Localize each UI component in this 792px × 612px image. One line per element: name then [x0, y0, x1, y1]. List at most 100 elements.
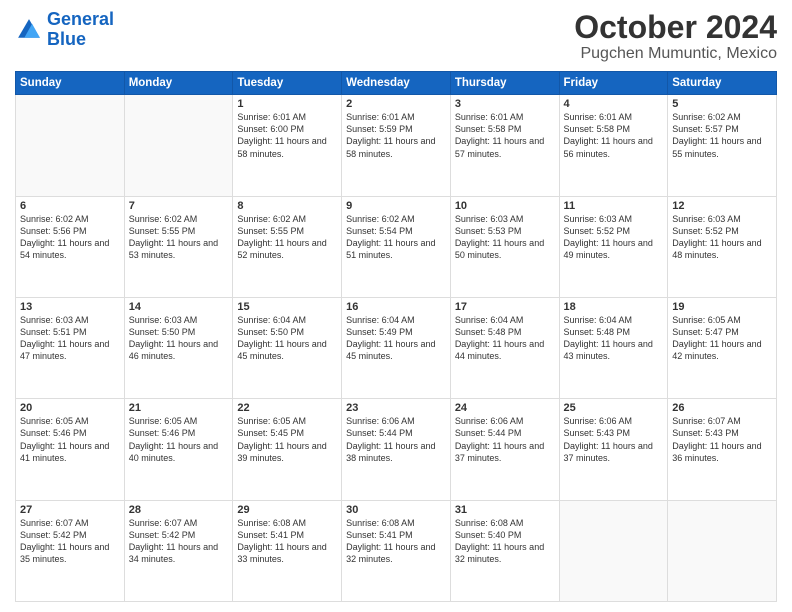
calendar-cell: 1Sunrise: 6:01 AMSunset: 6:00 PMDaylight… [233, 95, 342, 196]
calendar-cell: 9Sunrise: 6:02 AMSunset: 5:54 PMDaylight… [342, 196, 451, 297]
calendar-cell: 17Sunrise: 6:04 AMSunset: 5:48 PMDayligh… [450, 297, 559, 398]
day-info: Sunrise: 6:06 AMSunset: 5:43 PMDaylight:… [564, 415, 664, 464]
title-block: October 2024 Pugchen Mumuntic, Mexico [574, 10, 777, 63]
day-number: 31 [455, 504, 555, 516]
day-number: 18 [564, 301, 664, 313]
day-number: 27 [20, 504, 120, 516]
day-number: 9 [346, 200, 446, 212]
calendar-week-row: 13Sunrise: 6:03 AMSunset: 5:51 PMDayligh… [16, 297, 777, 398]
calendar-cell: 8Sunrise: 6:02 AMSunset: 5:55 PMDaylight… [233, 196, 342, 297]
day-number: 25 [564, 402, 664, 414]
day-number: 13 [20, 301, 120, 313]
day-number: 8 [237, 200, 337, 212]
calendar-cell: 21Sunrise: 6:05 AMSunset: 5:46 PMDayligh… [124, 399, 233, 500]
calendar-cell: 20Sunrise: 6:05 AMSunset: 5:46 PMDayligh… [16, 399, 125, 500]
day-info: Sunrise: 6:02 AMSunset: 5:56 PMDaylight:… [20, 213, 120, 262]
calendar-week-row: 6Sunrise: 6:02 AMSunset: 5:56 PMDaylight… [16, 196, 777, 297]
day-info: Sunrise: 6:06 AMSunset: 5:44 PMDaylight:… [455, 415, 555, 464]
day-info: Sunrise: 6:01 AMSunset: 5:59 PMDaylight:… [346, 111, 446, 160]
day-number: 1 [237, 98, 337, 110]
day-number: 4 [564, 98, 664, 110]
day-number: 7 [129, 200, 229, 212]
day-info: Sunrise: 6:03 AMSunset: 5:53 PMDaylight:… [455, 213, 555, 262]
calendar-cell: 4Sunrise: 6:01 AMSunset: 5:58 PMDaylight… [559, 95, 668, 196]
day-number: 26 [672, 402, 772, 414]
day-number: 24 [455, 402, 555, 414]
header: General Blue October 2024 Pugchen Mumunt… [15, 10, 777, 63]
calendar-cell [559, 500, 668, 601]
day-info: Sunrise: 6:07 AMSunset: 5:42 PMDaylight:… [129, 517, 229, 566]
calendar-cell: 23Sunrise: 6:06 AMSunset: 5:44 PMDayligh… [342, 399, 451, 500]
calendar-header: SundayMondayTuesdayWednesdayThursdayFrid… [16, 72, 777, 95]
calendar-cell: 7Sunrise: 6:02 AMSunset: 5:55 PMDaylight… [124, 196, 233, 297]
day-number: 2 [346, 98, 446, 110]
calendar-cell: 5Sunrise: 6:02 AMSunset: 5:57 PMDaylight… [668, 95, 777, 196]
day-number: 20 [20, 402, 120, 414]
calendar-cell [124, 95, 233, 196]
day-info: Sunrise: 6:04 AMSunset: 5:50 PMDaylight:… [237, 314, 337, 363]
calendar-cell: 11Sunrise: 6:03 AMSunset: 5:52 PMDayligh… [559, 196, 668, 297]
day-info: Sunrise: 6:01 AMSunset: 5:58 PMDaylight:… [564, 111, 664, 160]
day-info: Sunrise: 6:02 AMSunset: 5:54 PMDaylight:… [346, 213, 446, 262]
logo-general: General [47, 9, 114, 29]
logo-blue: Blue [47, 29, 86, 49]
calendar-cell: 30Sunrise: 6:08 AMSunset: 5:41 PMDayligh… [342, 500, 451, 601]
calendar-cell: 31Sunrise: 6:08 AMSunset: 5:40 PMDayligh… [450, 500, 559, 601]
calendar-body: 1Sunrise: 6:01 AMSunset: 6:00 PMDaylight… [16, 95, 777, 602]
day-number: 28 [129, 504, 229, 516]
day-number: 12 [672, 200, 772, 212]
calendar-week-row: 20Sunrise: 6:05 AMSunset: 5:46 PMDayligh… [16, 399, 777, 500]
day-number: 10 [455, 200, 555, 212]
day-number: 30 [346, 504, 446, 516]
day-number: 5 [672, 98, 772, 110]
calendar-cell: 26Sunrise: 6:07 AMSunset: 5:43 PMDayligh… [668, 399, 777, 500]
weekday-row: SundayMondayTuesdayWednesdayThursdayFrid… [16, 72, 777, 95]
logo: General Blue [15, 10, 114, 50]
day-number: 23 [346, 402, 446, 414]
calendar-table: SundayMondayTuesdayWednesdayThursdayFrid… [15, 71, 777, 602]
weekday-header: Monday [124, 72, 233, 95]
calendar-cell [668, 500, 777, 601]
calendar-cell: 6Sunrise: 6:02 AMSunset: 5:56 PMDaylight… [16, 196, 125, 297]
calendar-cell: 18Sunrise: 6:04 AMSunset: 5:48 PMDayligh… [559, 297, 668, 398]
calendar-cell: 22Sunrise: 6:05 AMSunset: 5:45 PMDayligh… [233, 399, 342, 500]
day-info: Sunrise: 6:07 AMSunset: 5:42 PMDaylight:… [20, 517, 120, 566]
day-info: Sunrise: 6:04 AMSunset: 5:48 PMDaylight:… [455, 314, 555, 363]
day-info: Sunrise: 6:05 AMSunset: 5:47 PMDaylight:… [672, 314, 772, 363]
calendar-cell: 29Sunrise: 6:08 AMSunset: 5:41 PMDayligh… [233, 500, 342, 601]
day-info: Sunrise: 6:07 AMSunset: 5:43 PMDaylight:… [672, 415, 772, 464]
month-title: October 2024 [574, 10, 777, 45]
calendar-cell: 3Sunrise: 6:01 AMSunset: 5:58 PMDaylight… [450, 95, 559, 196]
calendar-cell: 19Sunrise: 6:05 AMSunset: 5:47 PMDayligh… [668, 297, 777, 398]
calendar-cell: 15Sunrise: 6:04 AMSunset: 5:50 PMDayligh… [233, 297, 342, 398]
calendar-cell: 13Sunrise: 6:03 AMSunset: 5:51 PMDayligh… [16, 297, 125, 398]
day-info: Sunrise: 6:05 AMSunset: 5:46 PMDaylight:… [20, 415, 120, 464]
day-info: Sunrise: 6:04 AMSunset: 5:48 PMDaylight:… [564, 314, 664, 363]
calendar-cell: 27Sunrise: 6:07 AMSunset: 5:42 PMDayligh… [16, 500, 125, 601]
day-info: Sunrise: 6:05 AMSunset: 5:45 PMDaylight:… [237, 415, 337, 464]
day-info: Sunrise: 6:08 AMSunset: 5:41 PMDaylight:… [346, 517, 446, 566]
day-info: Sunrise: 6:01 AMSunset: 5:58 PMDaylight:… [455, 111, 555, 160]
calendar-cell: 10Sunrise: 6:03 AMSunset: 5:53 PMDayligh… [450, 196, 559, 297]
weekday-header: Wednesday [342, 72, 451, 95]
day-info: Sunrise: 6:01 AMSunset: 6:00 PMDaylight:… [237, 111, 337, 160]
day-number: 14 [129, 301, 229, 313]
day-info: Sunrise: 6:06 AMSunset: 5:44 PMDaylight:… [346, 415, 446, 464]
day-info: Sunrise: 6:08 AMSunset: 5:40 PMDaylight:… [455, 517, 555, 566]
calendar-week-row: 27Sunrise: 6:07 AMSunset: 5:42 PMDayligh… [16, 500, 777, 601]
location-title: Pugchen Mumuntic, Mexico [574, 45, 777, 63]
calendar-cell: 28Sunrise: 6:07 AMSunset: 5:42 PMDayligh… [124, 500, 233, 601]
day-info: Sunrise: 6:02 AMSunset: 5:57 PMDaylight:… [672, 111, 772, 160]
calendar-cell: 14Sunrise: 6:03 AMSunset: 5:50 PMDayligh… [124, 297, 233, 398]
day-number: 19 [672, 301, 772, 313]
page: General Blue October 2024 Pugchen Mumunt… [0, 0, 792, 612]
day-info: Sunrise: 6:03 AMSunset: 5:52 PMDaylight:… [564, 213, 664, 262]
day-info: Sunrise: 6:03 AMSunset: 5:50 PMDaylight:… [129, 314, 229, 363]
weekday-header: Sunday [16, 72, 125, 95]
day-number: 3 [455, 98, 555, 110]
day-number: 16 [346, 301, 446, 313]
calendar-cell: 12Sunrise: 6:03 AMSunset: 5:52 PMDayligh… [668, 196, 777, 297]
logo-icon [15, 16, 43, 44]
day-info: Sunrise: 6:02 AMSunset: 5:55 PMDaylight:… [129, 213, 229, 262]
calendar-cell: 16Sunrise: 6:04 AMSunset: 5:49 PMDayligh… [342, 297, 451, 398]
